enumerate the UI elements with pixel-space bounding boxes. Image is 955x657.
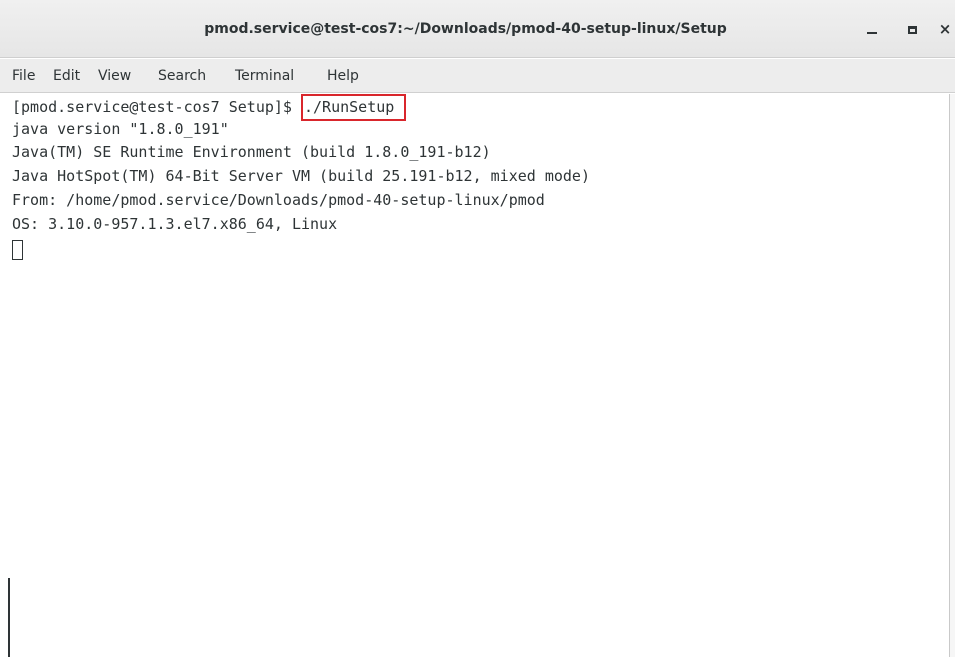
window-edge — [8, 578, 10, 657]
close-button[interactable]: × — [933, 17, 955, 41]
maximize-icon — [907, 25, 917, 34]
title-bar[interactable]: pmod.service@test-cos7:~/Downloads/pmod-… — [0, 0, 955, 58]
output-line: From: /home/pmod.service/Downloads/pmod-… — [12, 191, 545, 209]
window-controls: × — [835, 0, 955, 58]
menu-search[interactable]: Search — [153, 59, 211, 93]
output-line: OS: 3.10.0-957.1.3.el7.x86_64, Linux — [12, 215, 338, 233]
maximize-button[interactable] — [900, 17, 924, 41]
output-line: Java(TM) SE Runtime Environment (build 1… — [12, 143, 491, 161]
minimize-icon — [867, 32, 877, 34]
menu-view[interactable]: View — [93, 59, 136, 93]
terminal-window: pmod.service@test-cos7:~/Downloads/pmod-… — [0, 0, 955, 657]
output-line: Java HotSpot(TM) 64-Bit Server VM (build… — [12, 167, 590, 185]
highlighted-command: ./RunSetup — [300, 94, 407, 121]
minimize-button[interactable] — [860, 17, 884, 41]
menu-terminal[interactable]: Terminal — [230, 59, 299, 93]
output-line: java version "1.8.0_191" — [12, 120, 229, 138]
prompt-line: [pmod.service@test-cos7 Setup]$ ./RunSet… — [12, 94, 407, 121]
menu-help[interactable]: Help — [322, 59, 364, 93]
window-title: pmod.service@test-cos7:~/Downloads/pmod-… — [204, 21, 727, 37]
scrollbar[interactable] — [949, 94, 955, 657]
menu-file[interactable]: File — [7, 59, 40, 93]
close-icon: × — [938, 20, 952, 38]
menu-edit[interactable]: Edit — [48, 59, 85, 93]
shell-prompt: [pmod.service@test-cos7 Setup]$ — [12, 98, 301, 116]
text-cursor — [12, 240, 23, 260]
command-text: ./RunSetup — [303, 98, 395, 116]
menu-bar: File Edit View Search Terminal Help — [0, 59, 955, 93]
terminal-output[interactable]: [pmod.service@test-cos7 Setup]$ ./RunSet… — [9, 94, 951, 657]
